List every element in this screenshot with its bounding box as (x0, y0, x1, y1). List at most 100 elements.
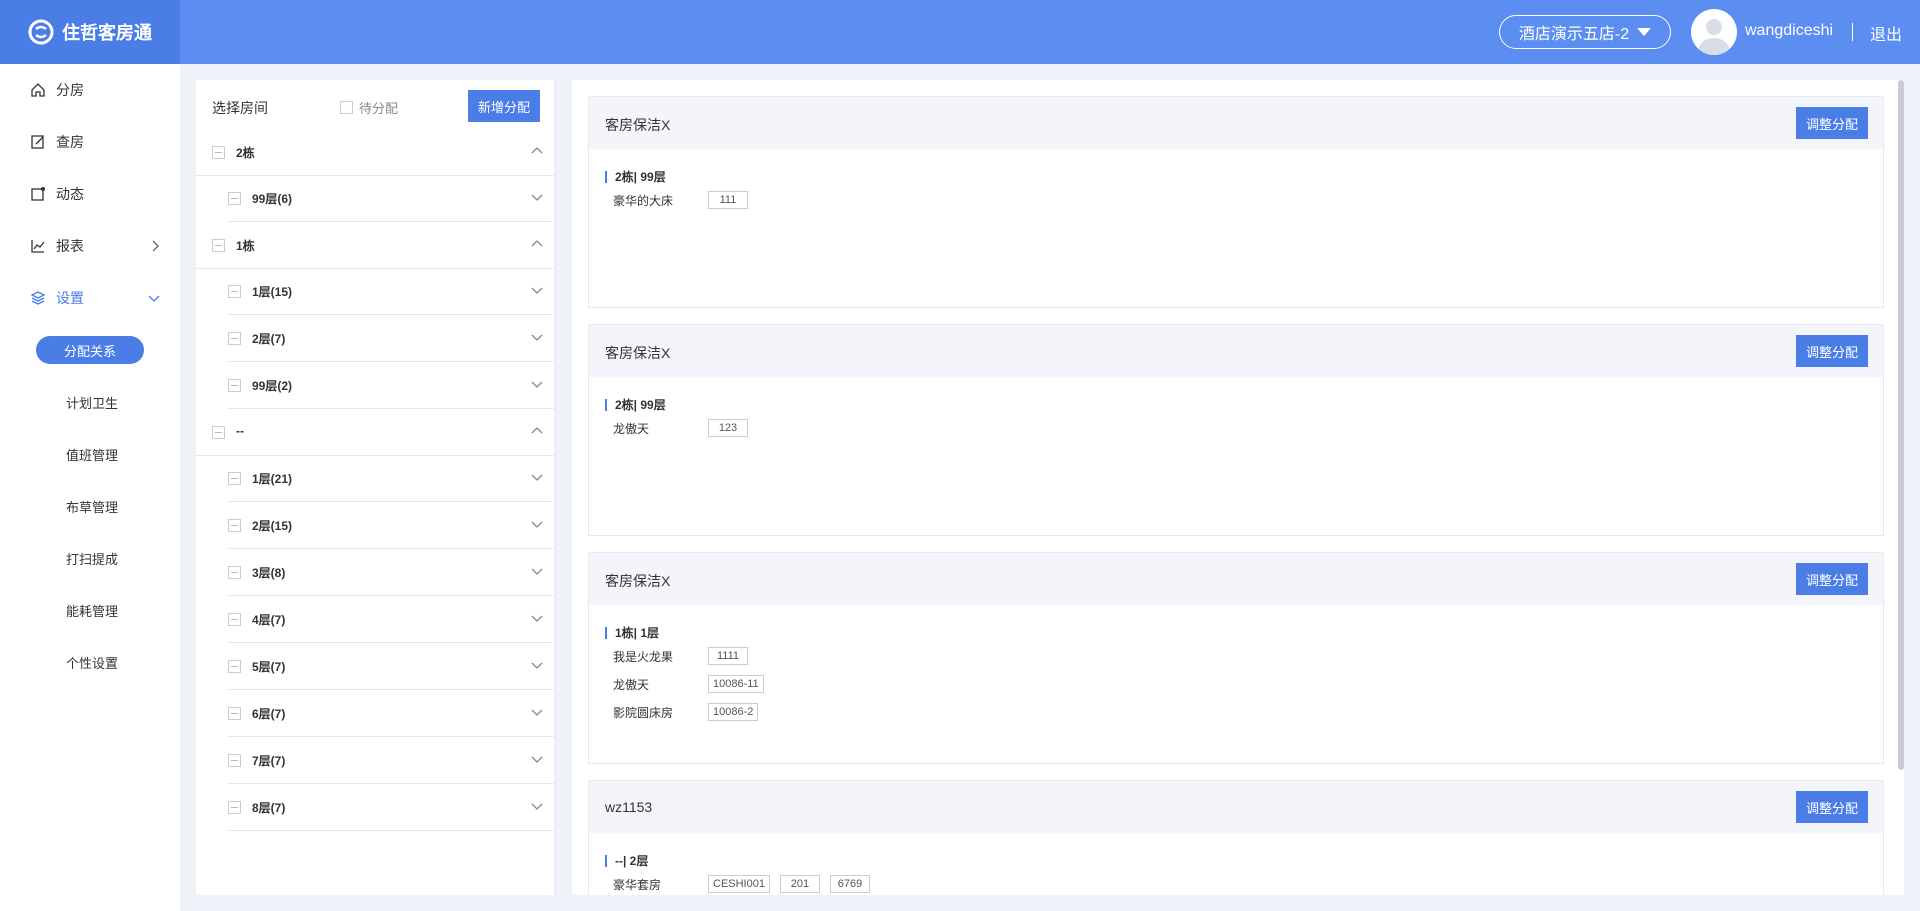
chevron-up-icon[interactable] (530, 144, 544, 158)
tree-floor-row[interactable]: 99层(2) (228, 363, 556, 409)
tree-checkbox[interactable] (228, 754, 241, 767)
tree-floor-row[interactable]: 8层(7) (228, 785, 556, 831)
room-number-chip: CESHI001 (708, 875, 770, 893)
card-header: 客房保洁X 调整分配 (589, 97, 1883, 149)
chevron-down-icon[interactable] (530, 611, 544, 625)
adjust-assignment-button[interactable]: 调整分配 (1796, 335, 1868, 367)
tree-floor-row[interactable]: 2层(15) (228, 503, 556, 549)
room-number-chip: 111 (708, 191, 748, 209)
username[interactable]: wangdiceshi (1745, 22, 1833, 40)
tree-floor-row[interactable]: 7层(7) (228, 738, 556, 784)
chevron-down-icon[interactable] (530, 705, 544, 719)
scrollbar[interactable] (1898, 80, 1904, 770)
chevron-down-icon[interactable] (530, 283, 544, 297)
tree-checkbox[interactable] (228, 472, 241, 485)
add-assignment-button[interactable]: 新增分配 (468, 90, 540, 122)
logo-icon (28, 19, 54, 45)
tree-node-label: 2层(15) (252, 519, 293, 533)
tree-node-label: 4层(7) (252, 613, 286, 627)
tree-building-row[interactable]: 1栋 (196, 223, 556, 269)
tree-floor-row[interactable]: 99层(6) (228, 176, 556, 222)
tree-building-row[interactable]: 2栋 (196, 130, 556, 176)
sidebar-item-assign[interactable]: 分房 (30, 78, 160, 102)
tree-checkbox[interactable] (228, 379, 241, 392)
avatar[interactable] (1691, 9, 1737, 55)
tree-checkbox[interactable] (228, 660, 241, 673)
sidebar-sub-item-energy[interactable]: 能耗管理 (66, 601, 118, 620)
chevron-down-icon[interactable] (530, 190, 544, 204)
chevron-down-icon[interactable] (530, 330, 544, 344)
scrollbar[interactable] (554, 80, 556, 895)
adjust-assignment-button[interactable]: 调整分配 (1796, 107, 1868, 139)
pending-checkbox[interactable] (340, 101, 353, 114)
sidebar-sub-item-commission[interactable]: 打扫提成 (66, 549, 118, 568)
tree-checkbox[interactable] (228, 285, 241, 298)
tree-checkbox[interactable] (228, 707, 241, 720)
chevron-down-icon[interactable] (530, 799, 544, 813)
sidebar-item-activity[interactable]: 动态 (30, 182, 160, 206)
room-type-row: 我是火龙果 1111 (613, 647, 758, 665)
sidebar-item-reports[interactable]: 报表 (30, 234, 160, 258)
adjust-assignment-button[interactable]: 调整分配 (1796, 791, 1868, 823)
chevron-down-icon[interactable] (530, 752, 544, 766)
sidebar-item-label: 查房 (56, 134, 84, 150)
sidebar-item-inspect[interactable]: 查房 (30, 130, 160, 154)
card-title: 客房保洁X (605, 573, 671, 589)
adjust-assignment-button[interactable]: 调整分配 (1796, 563, 1868, 595)
sidebar-item-settings[interactable]: 设置 (30, 286, 160, 310)
tree-checkbox[interactable] (212, 239, 225, 252)
sidebar-sub-item-linen[interactable]: 布草管理 (66, 497, 118, 516)
tree-checkbox[interactable] (228, 801, 241, 814)
room-type-name: 龙傲天 (613, 421, 650, 436)
caret-down-icon (1637, 28, 1652, 36)
room-number-chip: 6769 (829, 875, 870, 893)
assignment-card: 客房保洁X 调整分配 2栋| 99层 豪华的大床 111 (588, 96, 1884, 308)
tree-node-label: 99层(6) (252, 192, 293, 206)
card-header: 客房保洁X 调整分配 (589, 553, 1883, 605)
tree-checkbox[interactable] (212, 426, 225, 439)
chevron-down-icon[interactable] (530, 470, 544, 484)
tree-floor-row[interactable]: 4层(7) (228, 597, 556, 643)
edit-icon (31, 135, 44, 149)
tree-floor-row[interactable]: 1层(21) (228, 456, 556, 502)
sidebar-sub-item-plan-cleaning[interactable]: 计划卫生 (66, 393, 118, 412)
tree-floor-row[interactable]: 6层(7) (228, 691, 556, 737)
tree-floor-row[interactable]: 2层(7) (228, 316, 556, 362)
hotel-select[interactable]: 酒店演示五店-2 (1499, 15, 1671, 49)
pending-filter[interactable]: 待分配 (340, 98, 398, 117)
tree-checkbox[interactable] (228, 192, 241, 205)
tree-floor-row[interactable]: 1层(15) (228, 269, 556, 315)
room-tree-title: 选择房间 (212, 100, 268, 116)
tree-floor-row[interactable]: 5层(7) (228, 644, 556, 690)
tree-floor-row[interactable]: 3层(8) (228, 550, 556, 596)
tree-node-label: 3层(8) (252, 566, 286, 580)
card-title: wz1153 (605, 799, 653, 815)
tree-checkbox[interactable] (228, 566, 241, 579)
tree-node-label: 7层(7) (252, 754, 286, 768)
home-icon (31, 83, 45, 97)
tree-checkbox[interactable] (228, 519, 241, 532)
tree-building-row[interactable]: -- (196, 410, 556, 456)
tree-node-label: 1层(21) (252, 472, 293, 486)
chevron-up-icon[interactable] (530, 424, 544, 438)
floor-group-title: 1栋| 1层 (605, 627, 659, 639)
chevron-down-icon[interactable] (530, 377, 544, 391)
tree-checkbox[interactable] (212, 146, 225, 159)
tree-node-label: 1层(15) (252, 285, 293, 299)
chevron-down-icon (148, 295, 160, 302)
room-type-name: 豪华的大床 (613, 193, 674, 208)
sidebar-sub-item-assign-relation[interactable]: 分配关系 (36, 336, 144, 364)
logout-link[interactable]: 退出 (1870, 21, 1902, 45)
chevron-down-icon[interactable] (530, 564, 544, 578)
tree-node-label: 2层(7) (252, 332, 286, 346)
chevron-down-icon[interactable] (530, 658, 544, 672)
brand[interactable]: 住哲客房通 (0, 0, 180, 64)
tree-checkbox[interactable] (228, 613, 241, 626)
tree-checkbox[interactable] (228, 332, 241, 345)
user-avatar-icon (1699, 19, 1729, 55)
chevron-down-icon[interactable] (530, 517, 544, 531)
hotel-select-label: 酒店演示五店-2 (1518, 26, 1630, 43)
sidebar-sub-item-personal[interactable]: 个性设置 (66, 653, 118, 672)
chevron-up-icon[interactable] (530, 237, 544, 251)
sidebar-sub-item-duty[interactable]: 值班管理 (66, 445, 118, 464)
